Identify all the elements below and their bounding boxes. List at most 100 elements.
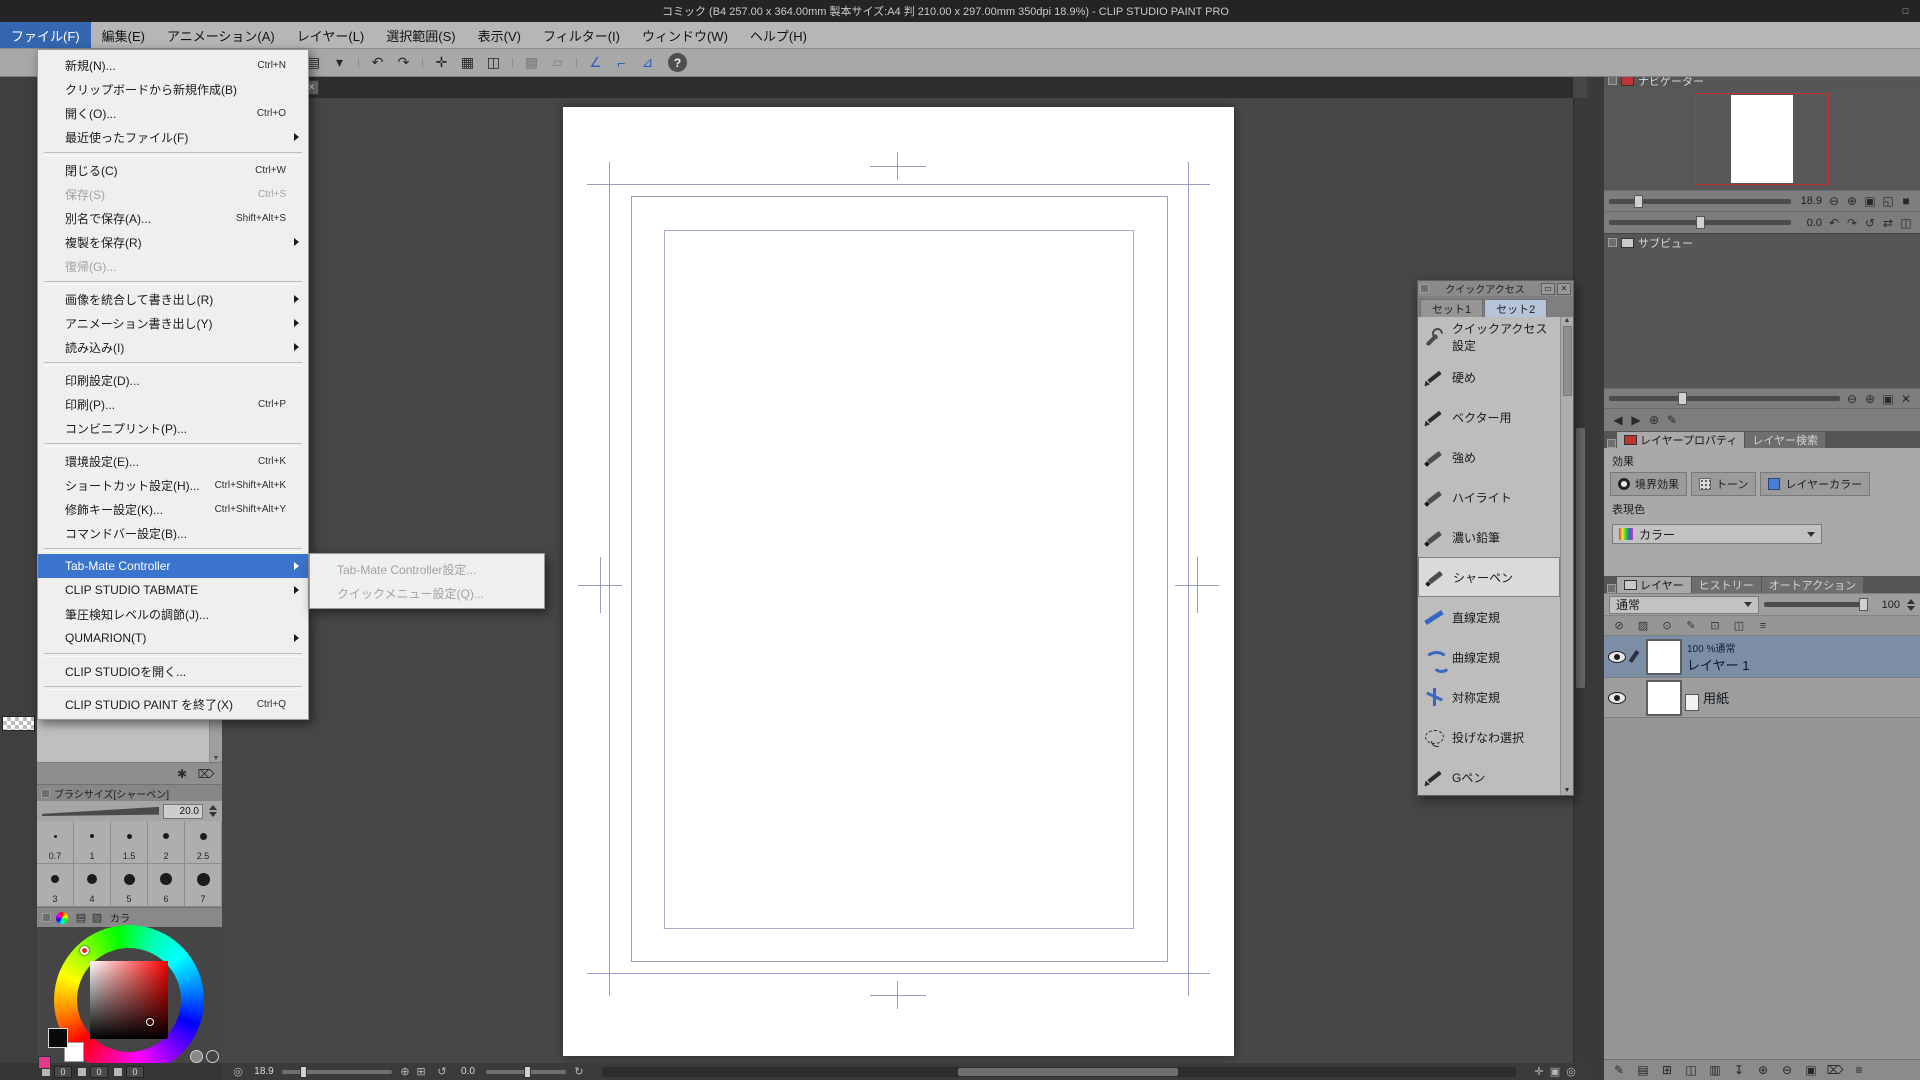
subtool-action-icon[interactable]: ✱ (174, 766, 190, 781)
layer-visibility-icon[interactable] (1607, 649, 1627, 665)
navigator-rotate-icon[interactable]: ⇄ (1879, 215, 1897, 231)
blend-mode-select[interactable]: 通常 (1609, 596, 1759, 614)
zoom-button-icon[interactable]: ⊞ (413, 1064, 429, 1079)
brush-size-panel-header[interactable]: ブラシサイズ[シャーペン] (37, 784, 222, 801)
hue-selector[interactable] (80, 946, 89, 955)
menu-item[interactable]: QUMARION(T) (38, 626, 308, 650)
subview-zoom-icon[interactable]: ▣ (1879, 391, 1897, 407)
command-bar-icon[interactable]: ▱ (546, 52, 569, 74)
tab-auto-action[interactable]: オートアクション (1762, 577, 1863, 593)
quick-access-item[interactable]: 濃い鉛筆 (1418, 517, 1560, 557)
brush-size-preset[interactable]: 0.7 (37, 821, 74, 864)
window-button[interactable]: □ (1891, 0, 1920, 22)
menu-item[interactable] (38, 359, 308, 368)
border-effect-button[interactable]: 境界効果 (1610, 472, 1687, 496)
subview-zoom-icon[interactable]: ⊖ (1843, 391, 1861, 407)
navigator-rotate-icon[interactable]: ↷ (1843, 215, 1861, 231)
tone-button[interactable]: トーン (1691, 472, 1756, 496)
layer-toolbar-icon[interactable]: ⊖ (1778, 1062, 1796, 1078)
command-bar-icon[interactable]: | (508, 52, 517, 74)
command-bar-icon[interactable]: ▦ (456, 52, 479, 74)
panel-pin-icon[interactable] (1608, 76, 1617, 85)
panel-pin-icon[interactable] (1420, 284, 1429, 293)
navigator-rotate-icon[interactable]: ↶ (1825, 215, 1843, 231)
slider-knob[interactable] (1678, 392, 1687, 405)
menu-item[interactable]: 読み込み(I) (38, 335, 308, 359)
zoom-slider-knob[interactable] (300, 1066, 307, 1078)
scrollbar-thumb[interactable] (958, 1068, 1177, 1076)
quick-access-item[interactable]: ベクター用 (1418, 397, 1560, 437)
layer-lock-icon[interactable]: ⊡ (1706, 618, 1724, 634)
menu-bar-item[interactable]: レイヤー(L) (286, 22, 376, 48)
opacity-stepper[interactable] (1907, 599, 1915, 611)
command-bar-icon[interactable]: ? (668, 53, 687, 72)
layer-lock-icon[interactable]: ⊙ (1658, 618, 1676, 634)
color-mode-icon[interactable] (206, 1050, 219, 1063)
subview-zoom-icon[interactable]: ⊕ (1861, 391, 1879, 407)
layer-lock-icon[interactable]: ✎ (1682, 618, 1700, 634)
menu-item[interactable]: CLIP STUDIOを開く... (38, 659, 308, 683)
brush-size-slider[interactable] (42, 805, 159, 818)
navigator-rotate-icon[interactable]: ↺ (1861, 215, 1879, 231)
navigator-zoom-icon[interactable]: ⊖ (1825, 193, 1843, 209)
navigator-rotate-icon[interactable]: ◫ (1897, 215, 1915, 231)
menu-item[interactable]: 環境設定(E)... Ctrl+K (38, 449, 308, 473)
quick-access-item[interactable]: 強め (1418, 437, 1560, 477)
expression-color-select[interactable]: カラー (1612, 524, 1822, 544)
menu-item[interactable]: 保存(S) Ctrl+S (38, 182, 308, 206)
command-bar-icon[interactable]: | (418, 52, 427, 74)
saturation-value-square[interactable] (90, 961, 168, 1039)
command-bar-icon[interactable]: ▾ (328, 52, 351, 74)
menu-item[interactable] (38, 683, 308, 692)
quick-access-scrollbar[interactable]: ▲ ▼ (1560, 317, 1573, 795)
color-channel-icon[interactable] (78, 1068, 86, 1076)
slider-knob[interactable] (1634, 195, 1643, 208)
menu-item[interactable]: コンビニプリント(P)... (38, 416, 308, 440)
color-set-tab-label[interactable]: カラ (110, 910, 130, 925)
brush-size-preset[interactable]: 2 (148, 821, 185, 864)
scroll-up-icon[interactable]: ▲ (1564, 317, 1571, 324)
panel-pin-icon[interactable] (42, 913, 51, 922)
brush-size-preset[interactable]: 4 (74, 864, 111, 907)
menu-item[interactable]: コマンドバー設定(B)... (38, 521, 308, 545)
menu-item[interactable]: 印刷(P)... Ctrl+P (38, 392, 308, 416)
scroll-down-icon[interactable]: ▼ (1564, 787, 1571, 794)
rotation-slider-knob[interactable] (524, 1066, 531, 1078)
brush-size-preset[interactable]: 2.5 (185, 821, 222, 864)
scrollbar-thumb[interactable] (1576, 428, 1585, 688)
command-bar-icon[interactable]: | (572, 52, 581, 74)
command-bar-icon[interactable]: ⊿ (636, 52, 659, 74)
stepper-down-icon[interactable] (209, 812, 217, 817)
subview-panel-header[interactable]: サブビュー (1604, 233, 1920, 251)
menu-bar-item[interactable]: ファイル(F) (0, 22, 91, 48)
quick-access-item[interactable]: 投げなわ選択 (1418, 717, 1560, 757)
navigator-preview[interactable] (1604, 89, 1920, 190)
rotation-slider[interactable] (486, 1070, 566, 1074)
scroll-down-icon[interactable]: ▼ (213, 755, 220, 762)
layer-lock-icon[interactable]: ◫ (1730, 618, 1748, 634)
color-tab-icon[interactable]: ▤ (73, 910, 89, 925)
layer-toolbar-icon[interactable]: ↧ (1730, 1062, 1748, 1078)
menu-item[interactable]: 開く(O)... Ctrl+O (38, 101, 308, 125)
menu-item[interactable]: ショートカット設定(H)... Ctrl+Shift+Alt+K (38, 473, 308, 497)
layer-thumbnail[interactable] (1646, 639, 1682, 675)
command-bar-icon[interactable]: ↷ (392, 52, 415, 74)
menu-item[interactable]: 修飾キー設定(K)... Ctrl+Shift+Alt+Y (38, 497, 308, 521)
quick-access-item[interactable]: Gペン (1418, 757, 1560, 795)
layer-toolbar-icon[interactable]: ▣ (1802, 1062, 1820, 1078)
quick-access-item[interactable]: 直線定規 (1418, 597, 1560, 637)
color-tab-icon[interactable]: ▨ (89, 910, 105, 925)
command-bar-icon[interactable]: ◫ (482, 52, 505, 74)
navigator-zoom-slider[interactable] (1609, 199, 1791, 204)
status-button-icon[interactable]: ▣ (1547, 1064, 1563, 1079)
layer-toolbar-icon[interactable]: ◫ (1682, 1062, 1700, 1078)
command-bar-icon[interactable]: | (354, 52, 363, 74)
menu-item[interactable] (38, 440, 308, 449)
layer-toolbar-icon[interactable]: ✎ (1610, 1062, 1628, 1078)
navigator-zoom-icon[interactable]: ⊕ (1843, 193, 1861, 209)
layer-toolbar-icon[interactable]: ▤ (1634, 1062, 1652, 1078)
navigator-rotate-slider[interactable] (1609, 220, 1791, 225)
menu-bar-item[interactable]: ウィンドウ(W) (631, 22, 739, 48)
tab-layers[interactable]: レイヤー (1617, 577, 1691, 593)
menu-item[interactable]: クリップボードから新規作成(B) (38, 77, 308, 101)
